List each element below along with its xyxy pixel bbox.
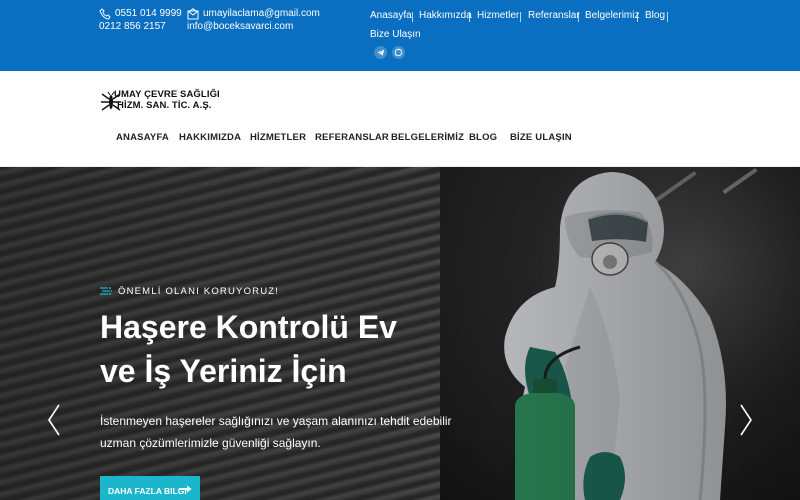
topnav-referanslar[interactable]: Referanslar (528, 10, 580, 21)
hero-slider: ÖNEMLİ OLANI KORUYORUZ! Haşere Kontrolü … (0, 167, 800, 500)
hero-headline: Haşere Kontrolü Ev ve İş Yeriniz İçin (100, 305, 480, 393)
divider (520, 12, 521, 22)
desc-line-1: İstenmeyen haşereler sağlığınızı ve yaşa… (100, 414, 452, 428)
topnav-belgelerimiz[interactable]: Belgelerimiz (585, 10, 639, 21)
site-logo[interactable]: UMAY ÇEVRE SAĞLIĞI HİZM. SAN. TİC. A.Ş. (100, 89, 240, 117)
nav-referanslar[interactable]: REFERANSLAR (315, 132, 389, 143)
slider-prev-button[interactable] (46, 403, 62, 437)
nav-belgelerimiz[interactable]: BELGELERİMİZ (391, 132, 464, 143)
site-header: UMAY ÇEVRE SAĞLIĞI HİZM. SAN. TİC. A.Ş. … (0, 71, 800, 167)
divider (469, 12, 470, 22)
envelope-icon (187, 8, 199, 20)
chevron-right-icon (740, 404, 752, 436)
arrow-right-icon (179, 485, 192, 493)
nav-blog[interactable]: BLOG (469, 132, 497, 143)
nav-bize-ulasin[interactable]: BİZE ULAŞIN (510, 132, 572, 143)
desc-line-2: uzman çözümlerimizle güvenliği sağlayın. (100, 436, 321, 450)
logo-line-1: UMAY ÇEVRE SAĞLIĞI (114, 89, 220, 100)
more-info-button[interactable]: DAHA FAZLA BILGI (100, 476, 200, 500)
topnav-bize-ulasin[interactable]: Bize Ulaşın (370, 29, 421, 40)
headline-line-1: Haşere Kontrolü Ev (100, 309, 397, 345)
topnav-hizmetler[interactable]: Hizmetler (477, 10, 519, 21)
whatsapp-icon[interactable] (392, 46, 405, 59)
divider (637, 12, 638, 22)
divider (578, 12, 579, 22)
nav-hakkimizda[interactable]: HAKKIMIZDA (179, 132, 241, 143)
chevron-left-icon (48, 404, 60, 436)
phone-icon (99, 8, 111, 20)
divider (667, 12, 668, 22)
telegram-icon[interactable] (374, 46, 387, 59)
more-info-label: DAHA FAZLA BILGI (108, 486, 187, 496)
sprayer-lines-icon (100, 287, 112, 295)
topnav-anasayfa[interactable]: Anasayfa (370, 10, 412, 21)
logo-line-2: HİZM. SAN. TİC. A.Ş. (117, 100, 212, 111)
email-2[interactable]: info@boceksavarci.com (187, 21, 293, 32)
phone-2[interactable]: 0212 856 2157 (99, 21, 166, 32)
nav-anasayfa[interactable]: ANASAYFA (116, 132, 169, 143)
topnav-hakkimizda[interactable]: Hakkımızda (419, 10, 472, 21)
slider-next-button[interactable] (738, 403, 754, 437)
nav-hizmetler[interactable]: HİZMETLER (250, 132, 306, 143)
email-1[interactable]: umayilaclama@gmail.com (203, 8, 320, 20)
divider (412, 12, 413, 22)
hero-description: İstenmeyen haşereler sağlığınızı ve yaşa… (100, 410, 480, 454)
logo-text: UMAY ÇEVRE SAĞLIĞI HİZM. SAN. TİC. A.Ş. (114, 89, 220, 111)
headline-line-2: ve İş Yeriniz İçin (100, 353, 347, 389)
hero-eyebrow: ÖNEMLİ OLANI KORUYORUZ! (118, 286, 280, 297)
topnav-blog[interactable]: Blog (645, 10, 665, 21)
top-bar: 0551 014 9999 0212 856 2157 umayilaclama… (0, 0, 800, 71)
phone-1[interactable]: 0551 014 9999 (115, 8, 182, 20)
